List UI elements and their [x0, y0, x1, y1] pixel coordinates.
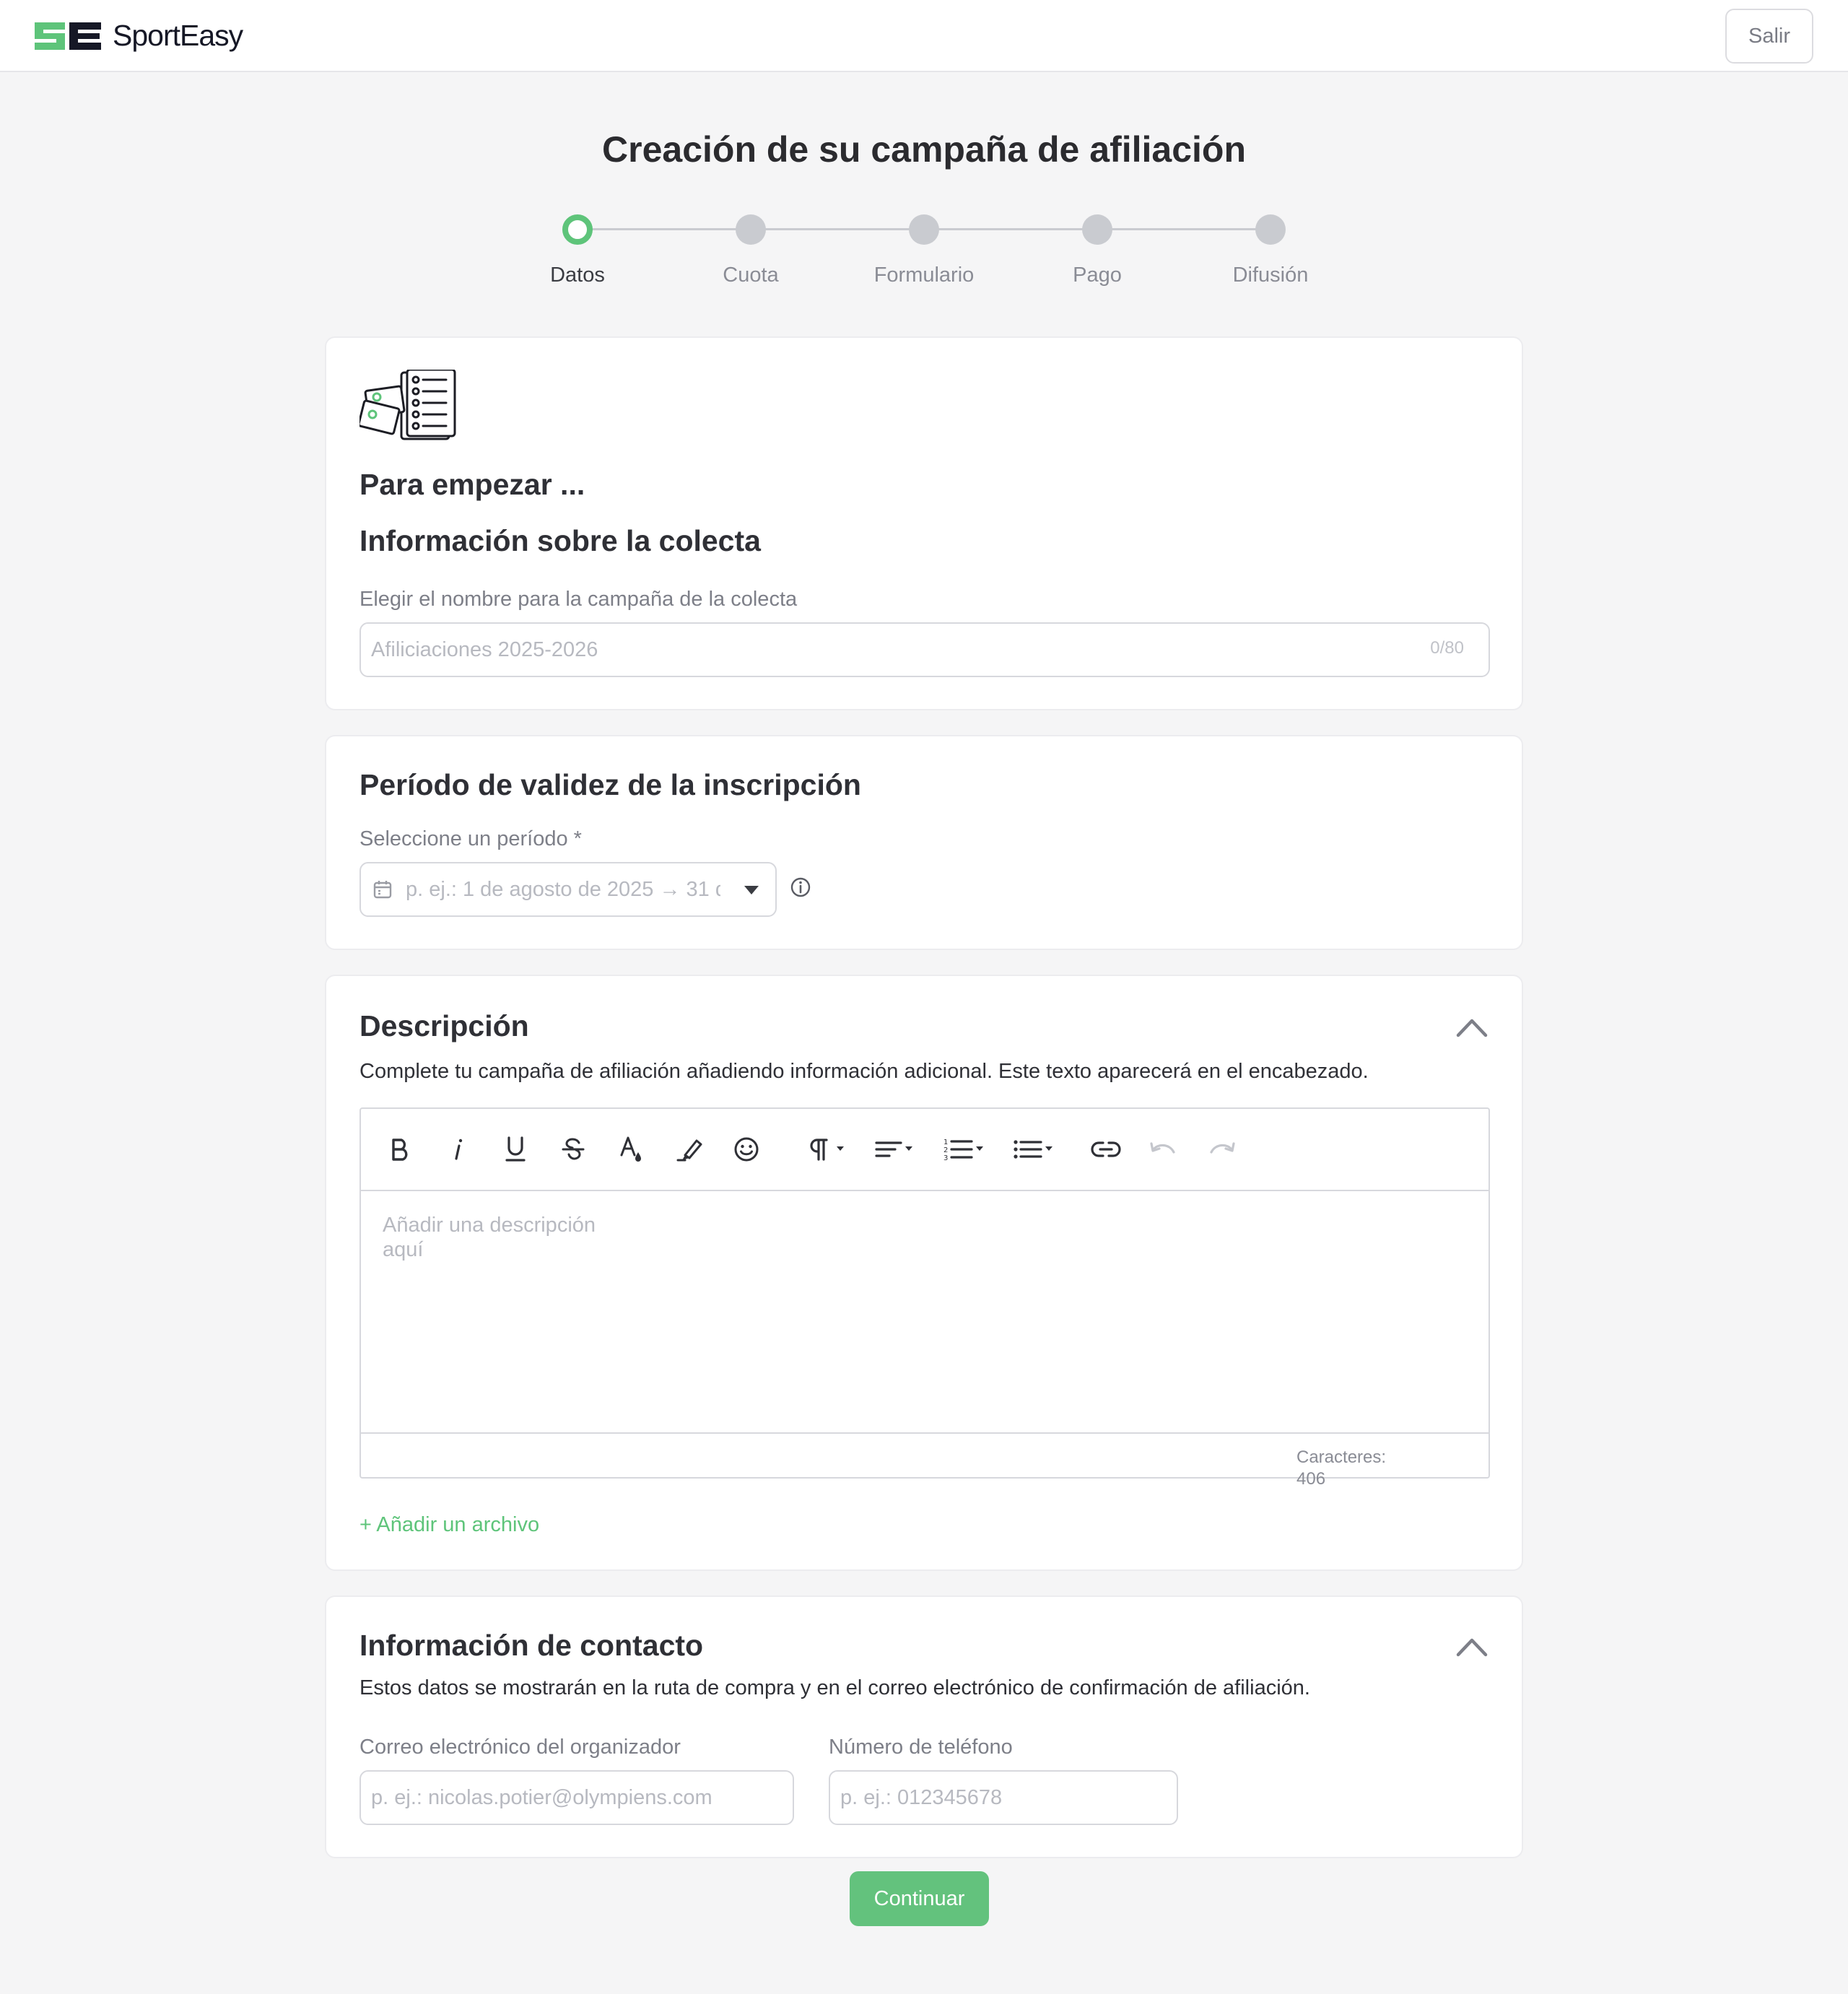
calendar-icon — [373, 881, 392, 899]
step-label: Datos — [550, 264, 605, 287]
highlight-icon[interactable] — [670, 1131, 707, 1168]
step-formulario[interactable]: Formulario — [852, 212, 996, 287]
brand-name: SportEasy — [113, 19, 243, 52]
email-label: Correo electrónico del organizador — [359, 1736, 681, 1759]
intro-card: Para empezar ... Información sobre la co… — [325, 336, 1523, 710]
campaign-name-input[interactable]: Afiliciaciones 2025-2026 0/80 — [359, 622, 1490, 677]
contact-helper: Estos datos se mostrarán en la ruta de c… — [359, 1676, 1310, 1699]
email-placeholder: p. ej.: nicolas.potier@olympiens.com — [371, 1786, 712, 1809]
campaign-name-label: Elegir el nombre para la campaña de la c… — [359, 588, 798, 611]
svg-text:2: 2 — [943, 1146, 948, 1154]
step-dot-active — [562, 214, 593, 245]
intro-heading: Para empezar ... — [359, 468, 585, 501]
sporteasy-logo-mark — [35, 22, 101, 50]
editor-content-area[interactable]: Añadir una descripción aquí — [361, 1191, 1489, 1434]
campaign-name-counter: 0/80 — [1430, 638, 1464, 658]
progress-stepper: Datos Cuota Formulario Pago Difusión — [505, 212, 1372, 299]
sporteasy-logo[interactable]: SportEasy — [33, 19, 243, 53]
validity-heading: Período de validez de la inscripción — [359, 768, 861, 801]
validity-card: Período de validez de la inscripción Sel… — [325, 735, 1523, 950]
step-dot — [1255, 214, 1286, 245]
forms-checklist-icon — [359, 370, 456, 440]
bold-icon[interactable] — [381, 1131, 419, 1168]
step-cuota[interactable]: Cuota — [679, 212, 823, 287]
link-icon[interactable] — [1086, 1131, 1126, 1168]
collapse-chevron-up-icon[interactable] — [1455, 1016, 1489, 1038]
intro-subheading: Información sobre la colecta — [359, 524, 761, 557]
chevron-down-icon — [744, 886, 759, 894]
phone-label: Número de teléfono — [829, 1736, 1013, 1759]
character-count: Caracteres: 406 — [1296, 1447, 1387, 1489]
info-icon[interactable] — [790, 876, 811, 898]
step-pago[interactable]: Pago — [1025, 212, 1169, 287]
text-color-icon[interactable] — [612, 1131, 650, 1168]
continue-button[interactable]: Continuar — [850, 1871, 989, 1926]
phone-field[interactable]: p. ej.: 012345678 — [829, 1770, 1178, 1825]
description-card: Descripción Complete tu campaña de afili… — [325, 975, 1523, 1571]
undo-icon[interactable] — [1145, 1131, 1182, 1168]
page-title: Creación de su campaña de afiliación — [602, 129, 1246, 170]
svg-text:3: 3 — [943, 1154, 948, 1162]
editor-toolbar: 123 — [361, 1109, 1489, 1191]
step-label: Formulario — [873, 264, 975, 287]
contact-card: Información de contacto Estos datos se m… — [325, 1595, 1523, 1858]
step-label: Pago — [1073, 264, 1122, 287]
top-bar: SportEasy Salir — [0, 0, 1848, 72]
phone-placeholder: p. ej.: 012345678 — [840, 1786, 1003, 1809]
italic-icon[interactable] — [439, 1131, 476, 1168]
underline-icon[interactable] — [497, 1131, 534, 1168]
redo-icon[interactable] — [1203, 1131, 1240, 1168]
step-datos[interactable]: Datos — [505, 212, 650, 287]
campaign-name-placeholder: Afiliciaciones 2025-2026 — [371, 638, 598, 661]
period-placeholder: p. ej.: 1 de agosto de 2025 → 31 de juli… — [406, 878, 720, 901]
rich-text-editor: 123 Añadir una descripción aquí Caracter… — [359, 1107, 1490, 1489]
description-helper: Complete tu campaña de afiliación añadie… — [359, 1060, 1369, 1083]
email-field[interactable]: p. ej.: nicolas.potier@olympiens.com — [359, 1770, 794, 1825]
step-dot — [1082, 214, 1112, 245]
editor-placeholder: Añadir una descripción aquí — [383, 1214, 596, 1261]
svg-text:1: 1 — [943, 1139, 948, 1146]
ordered-list-icon[interactable]: 123 — [943, 1131, 990, 1168]
collapse-chevron-up-icon[interactable] — [1455, 1636, 1489, 1658]
step-difusion[interactable]: Difusión — [1198, 212, 1343, 287]
contact-heading: Información de contacto — [359, 1629, 704, 1662]
add-file-link[interactable]: + Añadir un archivo — [359, 1513, 539, 1537]
step-label: Difusión — [1232, 264, 1309, 287]
emoji-icon[interactable] — [728, 1131, 765, 1168]
step-label: Cuota — [723, 264, 779, 287]
period-label: Seleccione un período * — [359, 827, 582, 850]
bullet-list-icon[interactable] — [1012, 1131, 1060, 1168]
exit-button[interactable]: Salir — [1725, 9, 1813, 64]
strikethrough-icon[interactable] — [554, 1131, 592, 1168]
step-dot — [909, 214, 939, 245]
period-select[interactable]: p. ej.: 1 de agosto de 2025 → 31 de juli… — [359, 862, 777, 917]
step-dot — [736, 214, 766, 245]
paragraph-icon[interactable] — [806, 1131, 853, 1168]
description-heading: Descripción — [359, 1009, 529, 1042]
align-icon[interactable] — [873, 1131, 921, 1168]
